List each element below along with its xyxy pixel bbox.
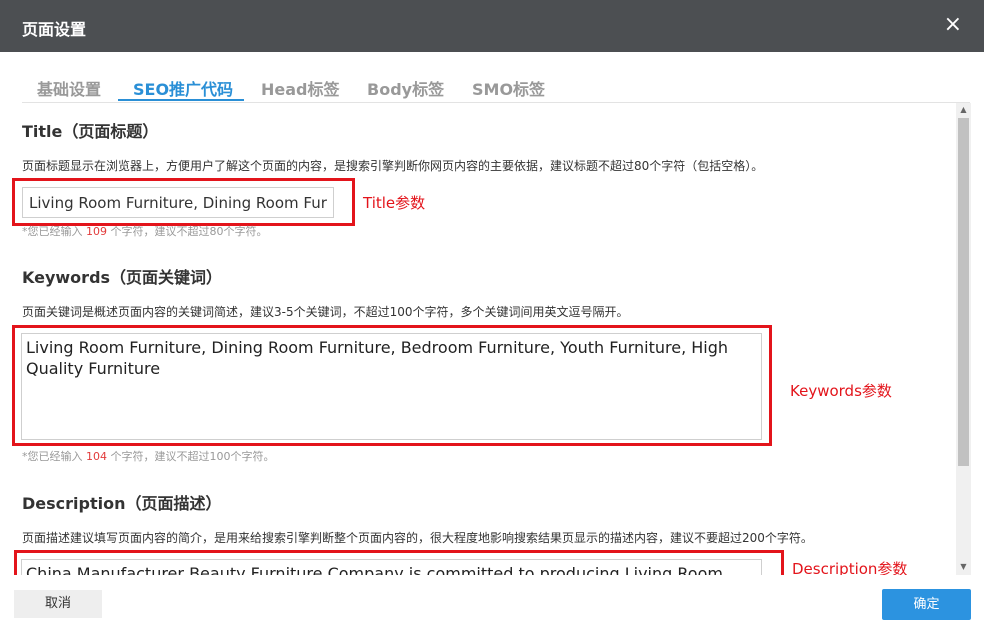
title-annotation: Title参数: [363, 194, 426, 212]
description-heading: Description（页面描述）: [22, 494, 222, 513]
keywords-textarea[interactable]: Living Room Furniture, Dining Room Furni…: [21, 333, 762, 440]
title-char-hint: *您已经输入 109 个字符，建议不超过80个字符。: [22, 225, 268, 238]
tab-head[interactable]: Head标签: [261, 76, 340, 100]
keywords-char-hint: *您已经输入 104 个字符，建议不超过100个字符。: [22, 450, 275, 463]
keywords-description: 页面关键词是概述页面内容的关键词简述，建议3-5个关键词，不超过100个字符，多…: [22, 305, 629, 319]
keywords-annotation: Keywords参数: [790, 382, 892, 400]
scroll-down-arrow-icon[interactable]: ▼: [956, 560, 971, 574]
cancel-button[interactable]: 取消: [14, 590, 102, 618]
description-annotation: Description参数: [792, 560, 908, 575]
tab-smo[interactable]: SMO标签: [472, 76, 545, 100]
scroll-thumb[interactable]: [958, 118, 969, 466]
title-description: 页面标题显示在浏览器上，方便用户了解这个页面的内容，是搜索引擎判断你网页内容的主…: [22, 159, 764, 173]
tab-body[interactable]: Body标签: [367, 76, 444, 100]
ok-button[interactable]: 确定: [882, 589, 971, 620]
title-heading: Title（页面标题）: [22, 122, 159, 141]
dialog-footer: [0, 575, 984, 631]
close-icon[interactable]: ×: [944, 12, 962, 38]
tab-basic-settings[interactable]: 基础设置: [37, 76, 101, 100]
tab-seo-code[interactable]: SEO推广代码: [133, 76, 233, 100]
dialog-title: 页面设置: [22, 20, 87, 39]
description-textarea[interactable]: China Manufacturer Beauty Furniture Comp…: [21, 559, 762, 575]
keywords-heading: Keywords（页面关键词）: [22, 268, 223, 287]
description-description: 页面描述建议填写页面内容的简介，是用来给搜索引擎判断整个页面内容的，很大程度地影…: [22, 531, 813, 545]
title-input[interactable]: [22, 187, 334, 218]
scroll-up-arrow-icon[interactable]: ▲: [956, 103, 971, 117]
seo-form: Title（页面标题） 页面标题显示在浏览器上，方便用户了解这个页面的内容，是搜…: [0, 103, 956, 575]
active-tab-indicator: [118, 99, 244, 101]
dialog-titlebar: 页面设置 ×: [0, 0, 984, 52]
